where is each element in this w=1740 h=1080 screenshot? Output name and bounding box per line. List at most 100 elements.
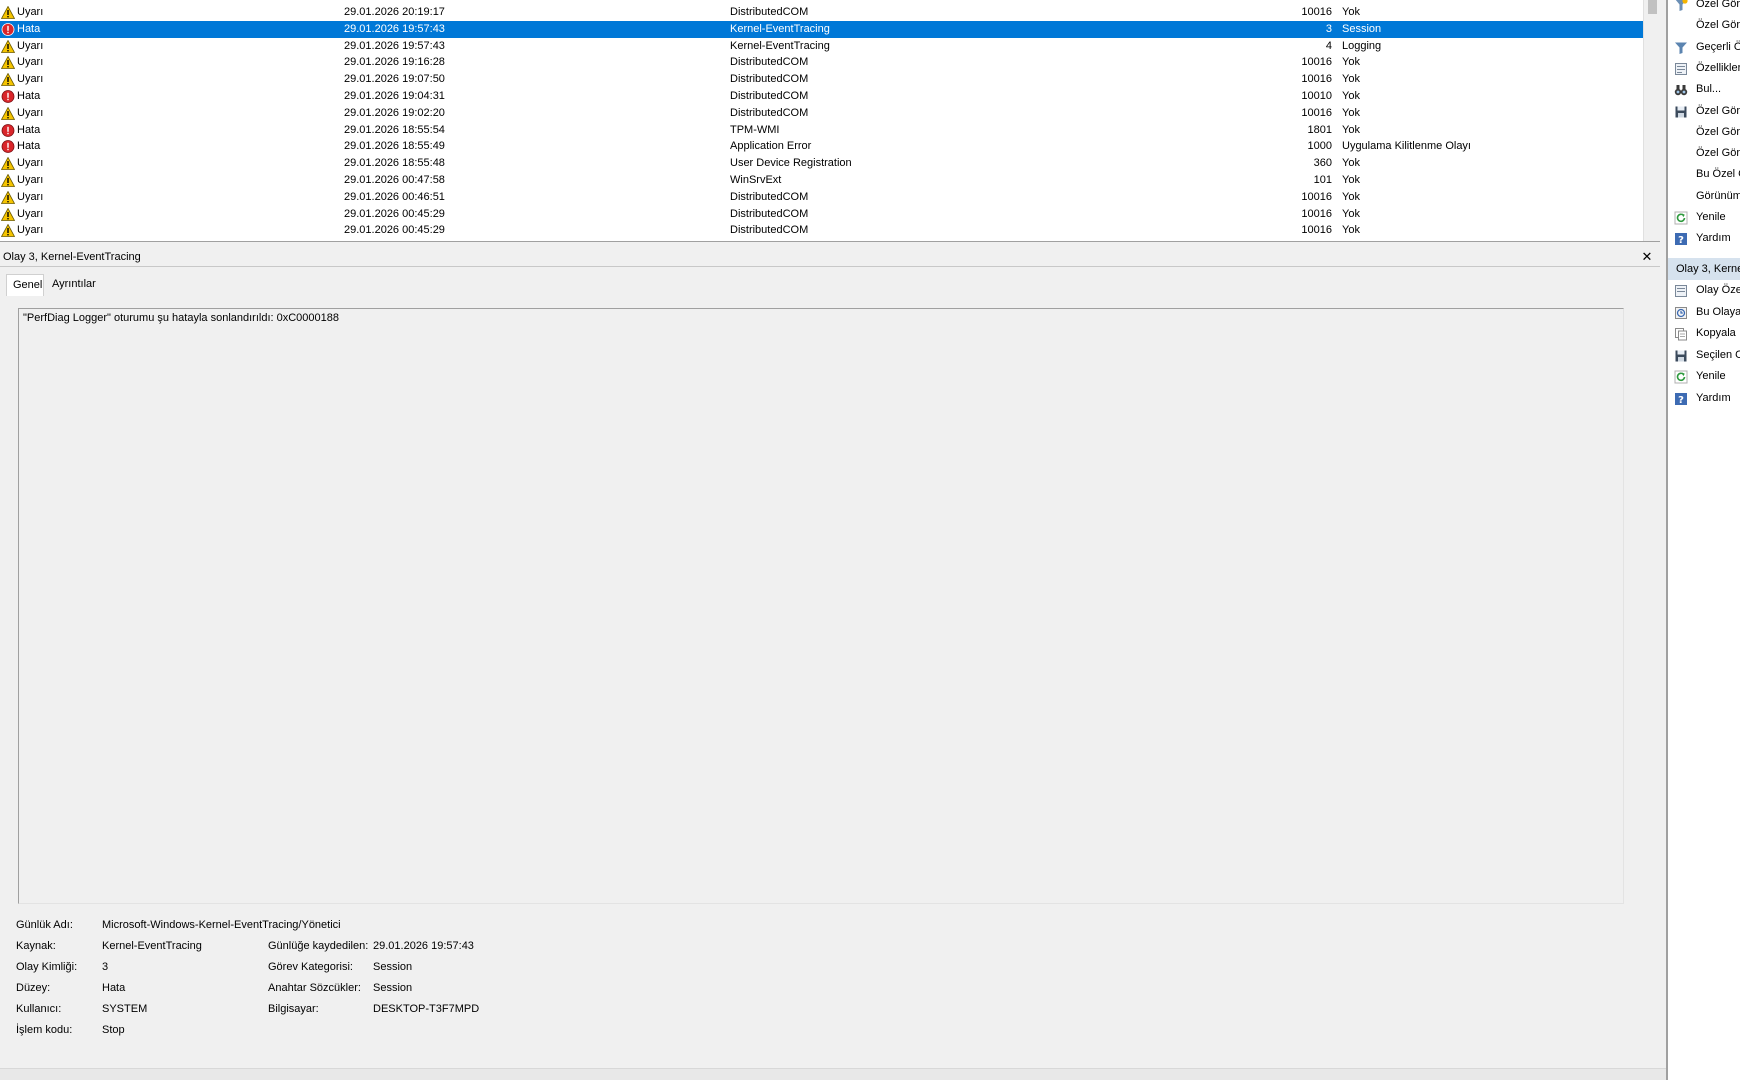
event-row[interactable]: Hata 29.01.2026 18:55:49 Application Error… (0, 138, 1643, 155)
help-icon: ? (1675, 233, 1687, 246)
event-row[interactable]: Hata 29.01.2026 18:55:54 TPM-WMI 1801 Yok (0, 122, 1643, 139)
event-row[interactable]: Uyarı 29.01.2026 19:16:28 DistributedCOM 10… (0, 54, 1643, 71)
event-row[interactable]: Uyarı 29.01.2026 18:55:48 User Device Regi… (0, 155, 1643, 172)
filter-icon (1675, 42, 1687, 54)
action-item[interactable]: ? Yardım (1668, 228, 1740, 249)
event-source-cell: WinSrvExt (730, 174, 782, 186)
event-id-value: 3 (102, 961, 109, 973)
action-item[interactable]: Özel Görü (1668, 143, 1740, 164)
action-item[interactable]: Olay Özel (1668, 280, 1740, 301)
opcode-value: Stop (102, 1024, 125, 1036)
event-row[interactable]: Uyarı 29.01.2026 20:19:17 DistributedCOM 10… (0, 4, 1643, 21)
event-row[interactable]: Hata 29.01.2026 19:04:31 DistributedCOM 100… (0, 88, 1643, 105)
event-row[interactable]: Uyarı 29.01.2026 19:02:20 DistributedCOM 10… (0, 105, 1643, 122)
action-label: Görünüm (1696, 189, 1740, 202)
actions-panel: Özel Görü Özel Görü Geçerli Ö Özellikler Bul… (1666, 0, 1740, 1080)
warning-icon (1, 190, 15, 204)
action-label: Seçilen O (1696, 348, 1740, 361)
action-label: Özel Görü (1696, 104, 1740, 117)
event-list[interactable]: Uyarı 29.01.2026 20:19:17 DistributedCOM 10… (0, 0, 1660, 242)
event-description-box[interactable]: "PerfDiag Logger" oturumu şu hatayla son… (18, 308, 1624, 904)
action-item[interactable]: Seçilen O (1668, 345, 1740, 366)
action-item[interactable]: Özellikler (1668, 58, 1740, 79)
tab-general[interactable]: Genel (6, 274, 44, 296)
event-row[interactable]: Uyarı 29.01.2026 00:46:51 DistributedCOM 10… (0, 189, 1643, 206)
event-level-cell: Hata (0, 138, 340, 155)
action-label: Yenile (1696, 370, 1726, 383)
event-category-cell: Yok (1342, 106, 1360, 119)
event-level-cell: Hata (0, 88, 340, 105)
action-item[interactable]: Kopyala (1668, 323, 1740, 344)
action-item[interactable]: ? Yardım (1668, 388, 1740, 409)
event-category-cell: Yok (1342, 207, 1360, 220)
keywords-label: Anahtar Sözcükler: (268, 982, 361, 994)
event-date-cell: 29.01.2026 18:55:48 (344, 157, 445, 170)
event-row[interactable]: Hata 29.01.2026 19:57:43 Kernel-EventTraci… (0, 20, 1643, 38)
action-label: Bu Özel G (1696, 168, 1740, 181)
event-source-cell: Application Error (730, 140, 812, 153)
action-item[interactable]: Geçerli Ö (1668, 37, 1740, 58)
event-level-cell: Uyarı (0, 105, 340, 122)
event-source-cell: DistributedCOM (730, 207, 809, 220)
event-date-cell: 29.01.2026 00:46:51 (344, 190, 445, 203)
warning-icon (1, 6, 15, 19)
event-row[interactable]: Uyarı 29.01.2026 00:45:29 DistributedCOM 10… (0, 222, 1643, 239)
action-item[interactable]: Görünüm (1668, 186, 1740, 207)
event-date-cell: 29.01.2026 19:02:20 (344, 106, 445, 119)
properties-icon (1675, 62, 1687, 75)
save-icon (1675, 106, 1687, 117)
event-level-text: Uyarı (17, 106, 44, 119)
event-level-cell: Uyarı (0, 172, 340, 189)
action-item[interactable]: Özel Görü (1668, 101, 1740, 122)
warning-icon (1, 207, 15, 221)
event-properties-icon (1675, 285, 1687, 297)
event-level-text: Uyarı (17, 207, 44, 220)
error-icon (1, 90, 15, 103)
action-item[interactable]: Bu Özel G (1668, 164, 1740, 185)
event-row[interactable]: Uyarı 29.01.2026 00:47:58 WinSrvExt 101 Yok (0, 172, 1643, 189)
action-item[interactable]: Özel Görü (1668, 0, 1740, 15)
event-date-cell: 29.01.2026 20:19:17 (344, 6, 445, 18)
event-level-text: Hata (17, 140, 41, 153)
close-icon[interactable]: ✕ (1638, 248, 1656, 266)
action-item[interactable]: Özel Görü (1668, 122, 1740, 143)
event-row[interactable]: Uyarı 29.01.2026 19:07:50 DistributedCOM 10… (0, 71, 1643, 88)
event-row[interactable]: Uyarı 29.01.2026 19:57:43 Kernel-EventTrac… (0, 38, 1643, 55)
event-id-cell: 10016 (1301, 207, 1332, 220)
log-name-label: Günlük Adı: (16, 919, 73, 931)
action-item[interactable]: Bu Olaya (1668, 302, 1740, 323)
event-source-cell: DistributedCOM (730, 73, 809, 86)
event-level-text: Uyarı (17, 157, 44, 170)
user-label: Kullanıcı: (16, 1003, 62, 1015)
event-row[interactable]: Uyarı 29.01.2026 00:45:29 DistributedCOM 10… (0, 206, 1643, 223)
action-item[interactable]: Yenile (1668, 207, 1740, 228)
event-date-cell: 29.01.2026 00:47:58 (344, 174, 445, 186)
event-source-cell: DistributedCOM (730, 224, 809, 237)
event-source-cell: Kernel-EventTracing (730, 39, 830, 52)
event-level-cell: Uyarı (0, 206, 340, 223)
event-level-cell: Hata (0, 21, 340, 38)
source-label: Kaynak: (16, 940, 56, 952)
event-id-cell: 10016 (1301, 106, 1332, 119)
action-item[interactable]: Özel Görü (1668, 15, 1740, 36)
scrollbar-thumb[interactable] (1648, 0, 1657, 14)
action-item[interactable]: Bul... (1668, 79, 1740, 100)
event-list-scrollbar[interactable] (1643, 0, 1660, 241)
event-id-cell: 1801 (1307, 123, 1332, 136)
tab-details[interactable]: Ayrıntılar (46, 274, 100, 296)
event-level-text: Uyarı (17, 174, 44, 186)
event-level-cell: Uyarı (0, 71, 340, 88)
actions-event-group-header[interactable]: Olay 3, Kernel (1668, 258, 1740, 280)
event-source-cell: DistributedCOM (730, 6, 809, 18)
event-category-cell: Yok (1342, 90, 1360, 102)
save-icon (1675, 350, 1687, 362)
event-category-cell: Yok (1342, 56, 1360, 69)
event-source-cell: DistributedCOM (730, 190, 809, 203)
action-label: Özel Görü (1696, 125, 1740, 138)
event-id-cell: 10010 (1301, 90, 1332, 102)
event-id-cell: 10016 (1301, 224, 1332, 237)
event-category-cell: Logging (1342, 39, 1382, 52)
action-item[interactable]: Yenile (1668, 366, 1740, 387)
opcode-label: İşlem kodu: (16, 1024, 73, 1036)
event-detail-title: Olay 3, Kernel-EventTracing (3, 251, 141, 263)
